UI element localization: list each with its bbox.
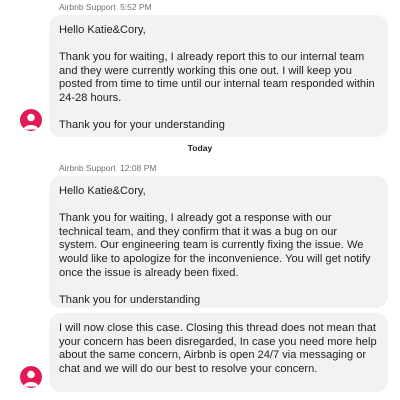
sender-name: Airbnb Support xyxy=(59,163,116,173)
message-paragraph: Thank you for waiting, I already got a r… xyxy=(59,212,371,279)
message-paragraph: Hello Katie&Cory, xyxy=(59,24,146,36)
user-silhouette-icon xyxy=(23,370,39,387)
message-bubble: I will now close this case. Closing this… xyxy=(49,313,388,392)
message-time: 5:52 PM xyxy=(120,2,152,12)
message-paragraph: Thank you for your understanding xyxy=(59,119,225,132)
message-bubble: Hello Katie&Cory, Thank you for waiting,… xyxy=(49,176,388,308)
avatar[interactable] xyxy=(20,109,42,131)
message-meta: Airbnb Support 12:08 PM xyxy=(59,163,156,173)
message-meta: Airbnb Support 5:52 PM xyxy=(59,2,152,12)
message-bubble: Hello Katie&Cory, Thank you for waiting,… xyxy=(49,15,388,137)
message-paragraph: Thank you for waiting, I already report … xyxy=(59,51,375,104)
day-divider: Today xyxy=(187,143,213,153)
message-paragraph: Hello Katie&Cory, xyxy=(59,185,146,197)
message-paragraph: Thank you for understanding xyxy=(59,293,201,306)
message-time: 12:08 PM xyxy=(120,163,157,173)
message-paragraph: I will now close this case. Closing this… xyxy=(59,322,377,375)
avatar[interactable] xyxy=(20,366,42,388)
sender-name: Airbnb Support xyxy=(59,2,116,12)
user-silhouette-icon xyxy=(23,113,39,130)
